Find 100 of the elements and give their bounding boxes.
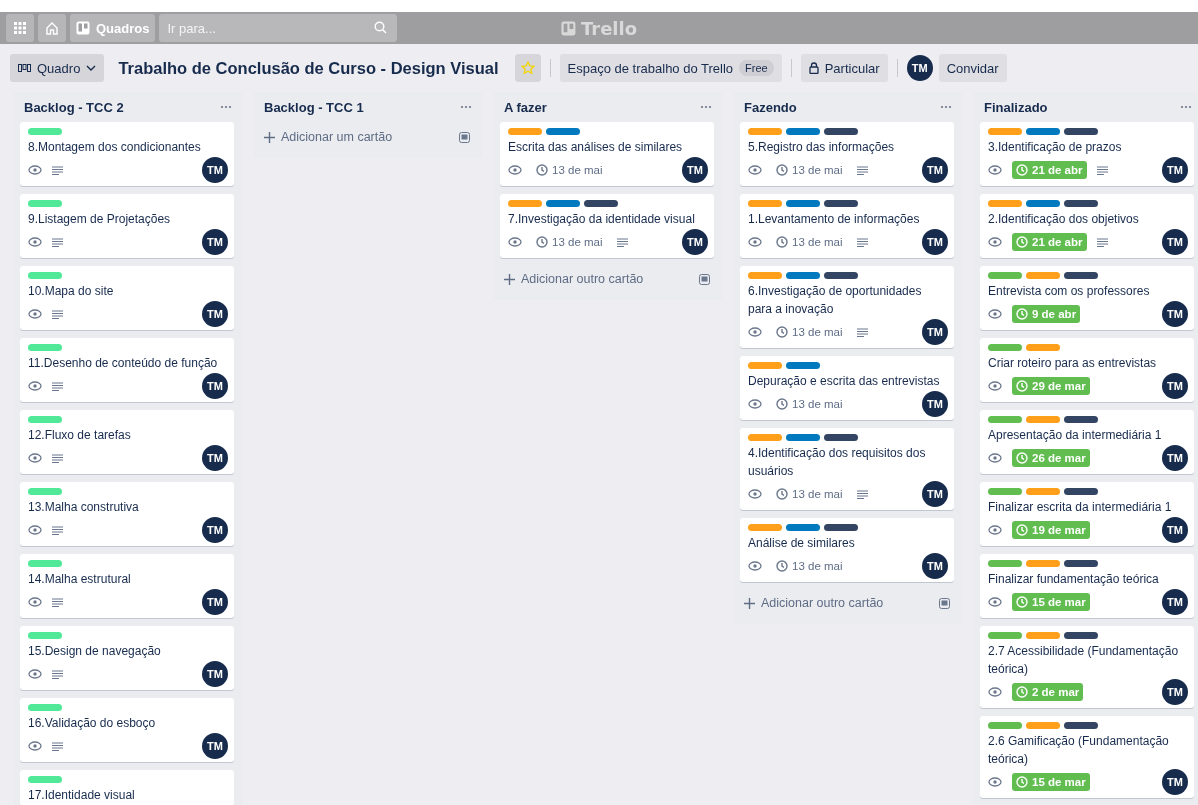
member-avatar[interactable]: TM	[202, 517, 228, 543]
member-avatar[interactable]: TM	[906, 55, 933, 81]
list-title[interactable]: Fazendo	[744, 99, 797, 115]
card-title: Finalizar escrita da intermediária 1	[988, 499, 1173, 516]
card[interactable]: 11.Desenho de conteúdo de função TM	[20, 338, 234, 402]
view-switcher-button[interactable]: Quadro	[10, 54, 105, 82]
card[interactable]: 16.Validação do esboço TM	[20, 698, 234, 762]
member-avatar[interactable]: TM	[1162, 589, 1188, 615]
clock-icon	[776, 560, 788, 572]
due-date-text: 21 de abr	[1032, 236, 1083, 248]
invite-button[interactable]: Convidar	[938, 54, 1007, 82]
card[interactable]: 4.Identificação dos requisitos dos usuários 13 de mai TM	[740, 428, 954, 510]
card-title: 13.Malha construtiva	[28, 499, 140, 516]
member-avatar[interactable]: TM	[922, 553, 948, 579]
member-avatar[interactable]: TM	[682, 157, 708, 183]
card[interactable]: 17.Identidade visual	[20, 770, 234, 805]
member-avatar[interactable]: TM	[1162, 373, 1188, 399]
card-title: Depuração e escrita das entrevistas	[748, 373, 941, 390]
card[interactable]: Escrita das análises de similares 13 de mai TM	[500, 122, 714, 186]
member-avatar[interactable]: TM	[202, 157, 228, 183]
card[interactable]: 7.Investigação da identidade visual 13 de mai TM	[500, 194, 714, 258]
member-avatar[interactable]: TM	[922, 481, 948, 507]
card-title: 15.Design de navegação	[28, 643, 162, 660]
card[interactable]: Depuração e escrita das entrevistas 13 de mai TM	[740, 356, 954, 420]
list-title[interactable]: Backlog - TCC 2	[24, 99, 124, 115]
card[interactable]: 5.Registro das informações 13 de mai TM	[740, 122, 954, 186]
card[interactable]: Criar roteiro para as entrevistas 29 de mar TM	[980, 338, 1194, 402]
member-avatar[interactable]: TM	[1162, 445, 1188, 471]
due-date-text: 13 de mai	[552, 164, 603, 176]
due-date-text: 13 de mai	[792, 236, 843, 248]
card[interactable]: 15.Design de navegação TM	[20, 626, 234, 690]
card-title: 12.Fluxo de tarefas	[28, 427, 132, 444]
list-menu-icon[interactable]	[460, 105, 472, 109]
member-avatar[interactable]: TM	[1162, 229, 1188, 255]
due-date-text: 29 de mar	[1032, 380, 1086, 392]
card[interactable]: 1.Levantamento de informações 13 de mai TM	[740, 194, 954, 258]
card[interactable]: Entrevista com os professores 9 de abr TM	[980, 266, 1194, 330]
member-avatar[interactable]: TM	[202, 373, 228, 399]
workspace-button[interactable]: Espaço de trabalho do Trello Free	[559, 54, 782, 82]
member-avatar[interactable]: TM	[202, 661, 228, 687]
member-avatar[interactable]: TM	[1162, 769, 1188, 795]
card[interactable]: Finalizar fundamentação teórica 15 de mar TM	[980, 554, 1194, 618]
add-card-button[interactable]: Adicionar outro cartão	[500, 264, 714, 294]
card[interactable]: 2.Identificação dos objetivos 21 de abr TM	[980, 194, 1194, 258]
card[interactable]: 10.Mapa do site TM	[20, 266, 234, 330]
due-date-text: 9 de abr	[1032, 308, 1077, 320]
list-menu-icon[interactable]	[940, 105, 952, 109]
card[interactable]: 9.Listagem de Projetações TM	[20, 194, 234, 258]
clock-icon	[776, 236, 788, 248]
member-avatar[interactable]: TM	[202, 229, 228, 255]
apps-button[interactable]	[6, 14, 34, 42]
card[interactable]: 6.Investigação de oportunidades para a inovação 13 de mai TM	[740, 266, 954, 348]
card-title: Apresentação da intermediária 1	[988, 427, 1163, 444]
card[interactable]: 13.Malha construtiva TM	[20, 482, 234, 546]
card[interactable]: Finalizar escrita da intermediária 1 19 de mar TM	[980, 482, 1194, 546]
member-avatar[interactable]: TM	[1162, 157, 1188, 183]
plus-icon	[744, 597, 755, 609]
template-icon[interactable]	[699, 273, 710, 285]
add-card-button[interactable]: Adicionar outro cartão	[740, 588, 954, 618]
card[interactable]: 2.7 Acessibilidade (Fundamentação teórica) 2 de mar TM	[980, 626, 1194, 708]
card[interactable]: 12.Fluxo de tarefas TM	[20, 410, 234, 474]
member-avatar[interactable]: TM	[922, 391, 948, 417]
board-title[interactable]: Trabalho de Conclusão de Curso - Design Visual	[118, 58, 499, 78]
card[interactable]: Análise de similares 13 de mai TM	[740, 518, 954, 582]
visibility-button[interactable]: Particular	[800, 54, 888, 82]
member-avatar[interactable]: TM	[1162, 301, 1188, 327]
member-avatar[interactable]: TM	[202, 733, 228, 759]
add-card-button[interactable]: Adicionar um cartão	[260, 122, 474, 152]
due-date-text: 13 de mai	[792, 488, 843, 500]
card[interactable]: Apresentação da intermediária 1 26 de mar TM	[980, 410, 1194, 474]
list-menu-icon[interactable]	[700, 105, 712, 109]
template-icon[interactable]	[939, 597, 950, 609]
member-avatar[interactable]: TM	[682, 229, 708, 255]
list-menu-icon[interactable]	[220, 105, 232, 109]
member-avatar[interactable]: TM	[202, 301, 228, 327]
card[interactable]: 3.Identificação de prazos 21 de abr TM	[980, 122, 1194, 186]
due-date-text: 21 de abr	[1032, 164, 1083, 176]
member-avatar[interactable]: TM	[1162, 517, 1188, 543]
card[interactable]: 14.Malha estrutural TM	[20, 554, 234, 618]
card-title: 4.Identificação dos requisitos dos usuários	[748, 445, 927, 480]
template-icon[interactable]	[459, 131, 470, 143]
card-title: 5.Registro das informações	[748, 139, 896, 156]
member-avatar[interactable]: TM	[202, 589, 228, 615]
member-avatar[interactable]: TM	[922, 157, 948, 183]
member-avatar[interactable]: TM	[202, 445, 228, 471]
list-title[interactable]: Backlog - TCC 1	[264, 99, 364, 115]
clock-icon	[776, 326, 788, 338]
member-avatar[interactable]: TM	[922, 319, 948, 345]
list-title[interactable]: A fazer	[504, 99, 547, 115]
clock-icon	[1016, 596, 1028, 608]
list-title[interactable]: Finalizado	[984, 99, 1048, 115]
card[interactable]: 8.Montagem dos condicionantes TM	[20, 122, 234, 186]
card[interactable]: 2.6 Gamificação (Fundamentação teórica) 15 de mar TM	[980, 716, 1194, 798]
star-button[interactable]	[514, 54, 541, 82]
member-avatar[interactable]: TM	[922, 229, 948, 255]
member-avatar[interactable]: TM	[1162, 679, 1188, 705]
home-button[interactable]	[38, 14, 66, 42]
search-field[interactable]: Ir para...	[159, 14, 398, 42]
card-title: 2.Identificação dos objetivos	[988, 211, 1140, 228]
list-menu-icon[interactable]	[1180, 105, 1192, 109]
